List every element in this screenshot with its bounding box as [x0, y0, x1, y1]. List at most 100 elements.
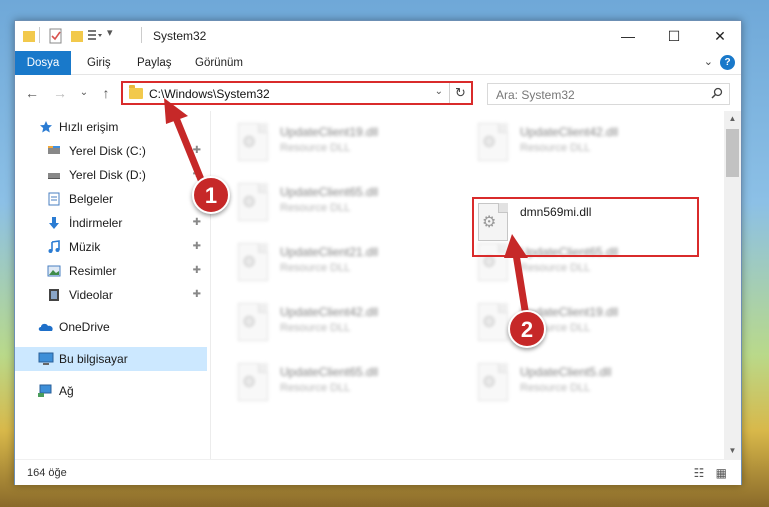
pin-icon[interactable]: ✚ — [193, 259, 201, 283]
help-icon[interactable]: ? — [720, 55, 735, 70]
scroll-up-icon[interactable]: ▲ — [724, 111, 741, 127]
gear-icon: ⚙ — [482, 314, 497, 331]
file-name: UpdateClient65.dll — [280, 365, 379, 379]
new-folder-icon[interactable] — [71, 28, 83, 44]
pin-icon[interactable]: ✚ — [193, 235, 201, 259]
sidebar-item-downloads[interactable]: İndirmeler ✚ — [15, 211, 207, 235]
sidebar-item-label: Ağ — [59, 384, 74, 398]
step-badge-1: 1 — [192, 176, 230, 214]
sidebar-item-pictures[interactable]: Resimler ✚ — [15, 259, 207, 283]
gear-icon: ⚙ — [482, 134, 497, 151]
separator — [39, 27, 40, 43]
sidebar-item-quick-access[interactable]: Hızlı erişim — [15, 115, 207, 139]
drive-icon — [48, 146, 60, 154]
explorer-window: ▾ System32 — ☐ ✕ Dosya Giriş Paylaş Görü… — [14, 20, 742, 485]
gear-icon: ⚙ — [482, 374, 497, 391]
gear-icon: ⚙ — [242, 254, 257, 271]
file-name: UpdateClient42.dll — [280, 305, 379, 319]
sidebar-item-label: İndirmeler — [69, 216, 123, 230]
file-item[interactable]: ⚙ UpdateClient5.dll Resource DLL — [472, 357, 700, 411]
sidebar-item-onedrive[interactable]: OneDrive — [15, 315, 207, 339]
documents-icon — [48, 192, 60, 206]
scroll-down-icon[interactable]: ▼ — [724, 443, 741, 459]
sidebar-item-local-disk-d[interactable]: Yerel Disk (D:) ✚ — [15, 163, 207, 187]
music-icon — [48, 240, 60, 253]
gear-icon: ⚙ — [242, 194, 257, 211]
cloud-icon — [38, 323, 53, 331]
recent-locations-button[interactable]: ⌄ — [75, 84, 93, 102]
tab-view[interactable]: Görünüm — [183, 51, 255, 75]
properties-icon[interactable] — [49, 28, 63, 44]
file-item[interactable]: ⚙ UpdateClient42.dll Resource DLL — [232, 297, 460, 351]
pin-icon[interactable]: ✚ — [193, 139, 201, 163]
file-name: UpdateClient5.dll — [520, 365, 612, 379]
file-item[interactable]: ⚙ UpdateClient19.dll Resource DLL — [472, 297, 700, 351]
sidebar-item-label: Belgeler — [69, 192, 114, 206]
ribbon-tabs: Dosya Giriş Paylaş Görünüm ⌄ ? — [15, 51, 741, 105]
search-placeholder[interactable]: Ara: System32 — [496, 88, 575, 102]
minimize-button[interactable]: — — [605, 21, 651, 51]
vertical-scrollbar[interactable]: ▲ ▼ — [724, 111, 741, 459]
sidebar-item-documents[interactable]: Belgeler ✚ — [15, 187, 207, 211]
sidebar-item-label: Müzik — [69, 240, 101, 254]
quick-access-dropdown-icon[interactable]: ▾ — [107, 26, 113, 42]
address-dropdown-icon[interactable]: ⌄ — [435, 86, 443, 97]
scroll-thumb[interactable] — [726, 129, 739, 177]
sidebar-item-music[interactable]: Müzik ✚ — [15, 235, 207, 259]
network-icon — [38, 384, 52, 397]
star-icon — [40, 121, 52, 133]
file-name: UpdateClient42.dll — [520, 125, 619, 139]
file-type: Resource DLL — [520, 262, 591, 274]
file-highlight-box — [472, 197, 699, 257]
folder-icon — [129, 85, 143, 99]
sidebar-item-label: Yerel Disk (C:) — [69, 144, 146, 158]
navigation-bar: ← → ⌄ ↑ C:\Windows\System32 ⌄ ↻ Ara: Sys… — [15, 75, 741, 111]
sidebar-item-label: Yerel Disk (D:) — [69, 168, 146, 182]
file-item[interactable]: ⚙ UpdateClient21.dll Resource DLL — [232, 237, 460, 291]
tab-home[interactable]: Giriş — [75, 51, 123, 75]
ribbon-expand-icon[interactable]: ⌄ — [704, 55, 713, 68]
folder-icon — [23, 31, 35, 42]
file-type: Resource DLL — [520, 142, 591, 154]
file-item[interactable]: ⚙ UpdateClient42.dll Resource DLL — [472, 117, 700, 171]
forward-button[interactable]: → — [51, 84, 69, 102]
sidebar-item-network[interactable]: Ağ — [15, 379, 207, 403]
status-bar: 164 öğe ☷ ▦ — [15, 459, 741, 485]
title-bar: ▾ System32 — ☐ ✕ — [15, 21, 741, 51]
item-count: 164 öğe — [27, 467, 67, 479]
tab-share[interactable]: Paylaş — [125, 51, 184, 75]
pin-icon[interactable]: ✚ — [193, 283, 201, 307]
gear-icon: ⚙ — [242, 314, 257, 331]
address-bar[interactable]: C:\Windows\System32 ⌄ ↻ — [121, 81, 473, 105]
file-item[interactable]: ⚙ UpdateClient65.dll Resource DLL — [232, 177, 460, 231]
maximize-button[interactable]: ☐ — [651, 21, 697, 51]
file-type: Resource DLL — [520, 382, 591, 394]
file-item[interactable]: ⚙ UpdateClient65.dll Resource DLL — [232, 357, 460, 411]
videos-icon — [49, 289, 59, 301]
step-badge-2: 2 — [508, 310, 546, 348]
sidebar-item-label: Resimler — [69, 264, 117, 278]
download-icon — [49, 217, 59, 229]
file-name: UpdateClient19.dll — [280, 125, 379, 139]
view-toggle-icons[interactable]: ☷ ▦ — [694, 466, 731, 480]
gear-icon: ⚙ — [482, 254, 497, 271]
sidebar-item-videos[interactable]: Videolar ✚ — [15, 283, 207, 307]
sidebar-item-this-pc[interactable]: Bu bilgisayar — [15, 347, 207, 371]
computer-icon — [38, 352, 54, 365]
pin-icon[interactable]: ✚ — [193, 211, 201, 235]
customize-icon[interactable] — [87, 28, 103, 44]
address-path[interactable]: C:\Windows\System32 — [149, 87, 270, 101]
file-name: UpdateClient21.dll — [280, 245, 379, 259]
refresh-button[interactable]: ↻ — [449, 83, 471, 103]
back-button[interactable]: ← — [23, 84, 41, 102]
gear-icon: ⚙ — [242, 374, 257, 391]
file-item[interactable]: ⚙ UpdateClient19.dll Resource DLL — [232, 117, 460, 171]
up-button[interactable]: ↑ — [97, 84, 115, 102]
close-button[interactable]: ✕ — [697, 21, 743, 51]
pictures-icon — [47, 265, 61, 277]
sidebar-item-local-disk-c[interactable]: Yerel Disk (C:) ✚ — [15, 139, 207, 163]
search-icon[interactable] — [711, 87, 723, 99]
search-box[interactable]: Ara: System32 — [487, 83, 730, 105]
sidebar-item-label: OneDrive — [59, 320, 110, 334]
file-type: Resource DLL — [280, 142, 351, 154]
